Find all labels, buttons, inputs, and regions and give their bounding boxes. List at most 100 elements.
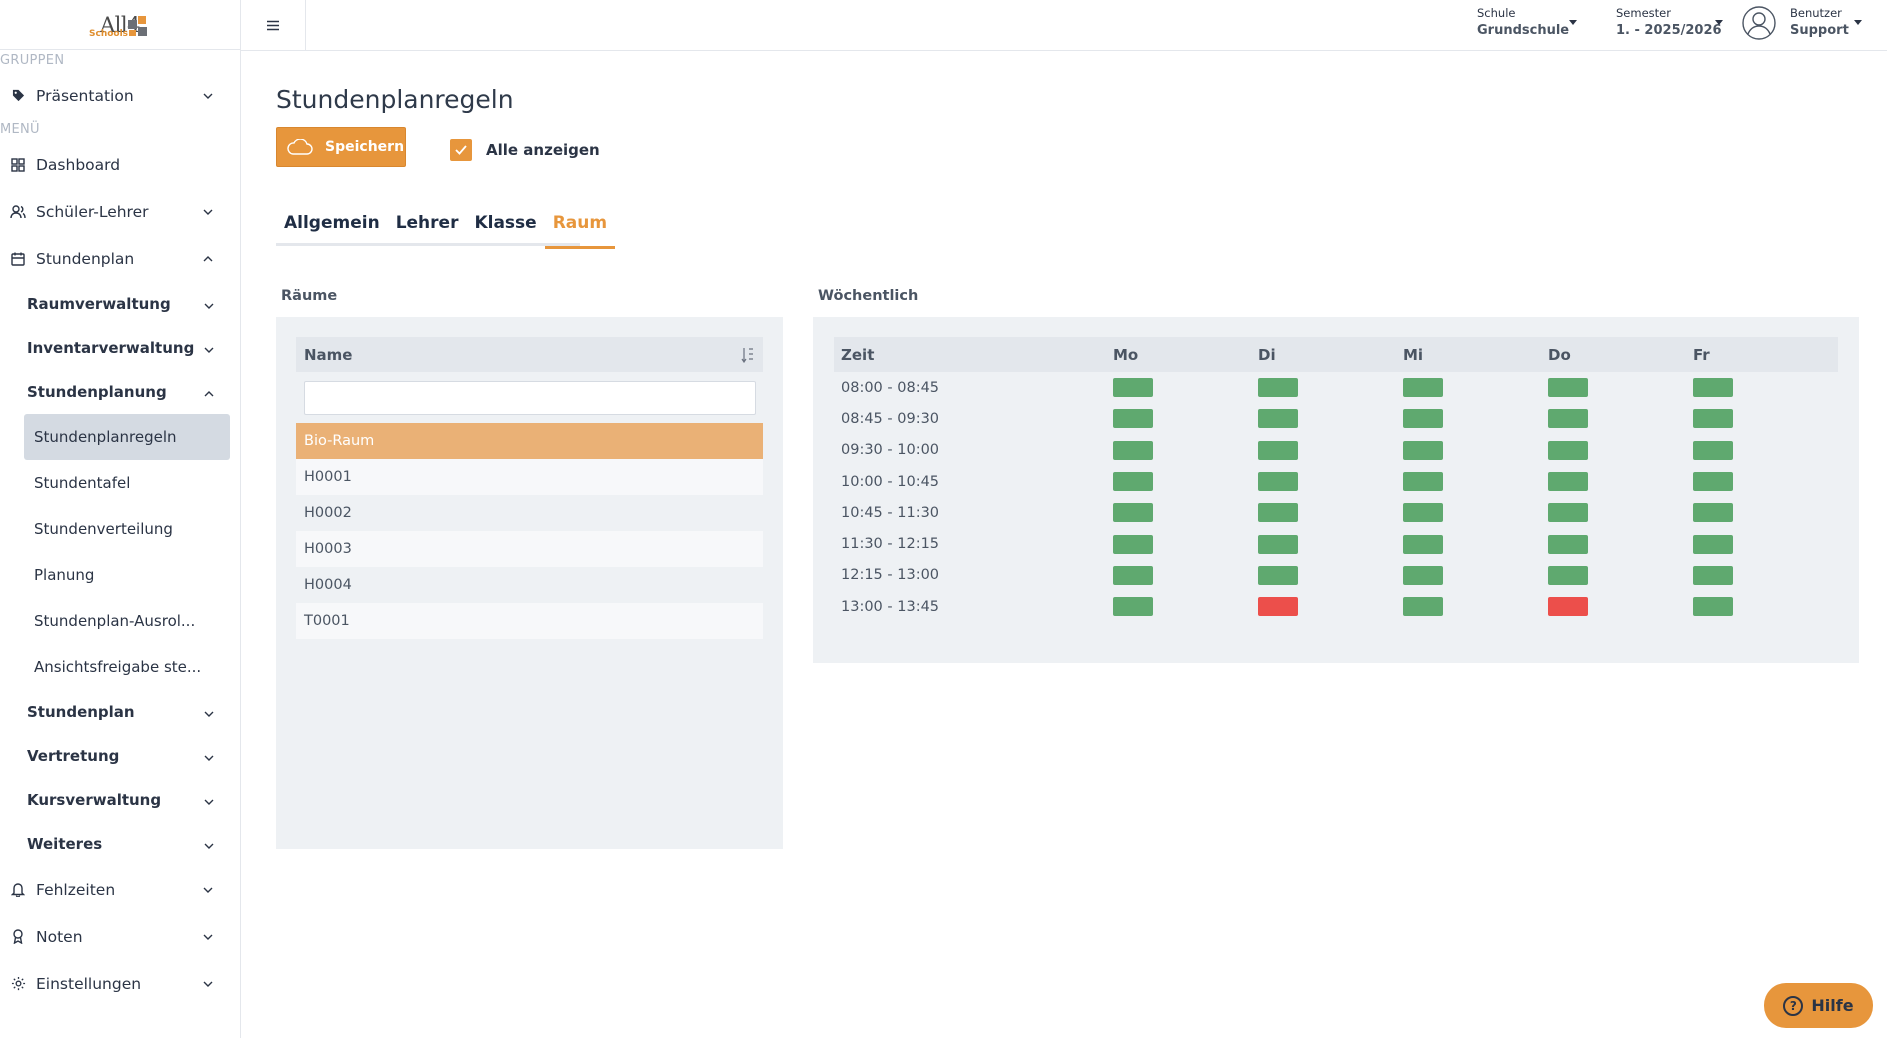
availability-slot-available[interactable] bbox=[1403, 378, 1443, 398]
availability-slot-available[interactable] bbox=[1258, 440, 1298, 460]
availability-slot-available[interactable] bbox=[1403, 409, 1443, 429]
availability-slot-available[interactable] bbox=[1693, 409, 1733, 429]
availability-slot-available[interactable] bbox=[1548, 565, 1588, 585]
sidebar-sub-inventarverwaltung[interactable]: Inventarverwaltung bbox=[0, 326, 240, 370]
sidebar-leaf-stundenplanregeln[interactable]: Stundenplanregeln bbox=[24, 414, 230, 460]
availability-slot-available[interactable] bbox=[1258, 503, 1298, 523]
availability-slot-available[interactable] bbox=[1403, 472, 1443, 492]
school-select[interactable]: Schule Grundschule bbox=[1477, 6, 1577, 38]
availability-slot-available[interactable] bbox=[1693, 472, 1733, 492]
availability-slot-available[interactable] bbox=[1548, 503, 1588, 523]
table-row[interactable]: H0002 bbox=[296, 495, 763, 531]
rooms-table: Name Bio-Raum H0001 H0002 H0003 H0004 T0… bbox=[296, 337, 763, 639]
sidebar-sub-label: Stundenplanung bbox=[27, 383, 167, 401]
sidebar-item-fehlzeiten[interactable]: Fehlzeiten bbox=[0, 866, 240, 913]
table-row[interactable]: H0003 bbox=[296, 531, 763, 567]
table-row[interactable]: H0001 bbox=[296, 459, 763, 495]
sidebar-sub-stundenplanung[interactable]: Stundenplanung bbox=[0, 370, 240, 414]
gear-icon bbox=[10, 976, 26, 992]
sidebar-item-einstellungen[interactable]: Einstellungen bbox=[0, 960, 240, 1007]
sort-icon[interactable] bbox=[741, 347, 755, 363]
availability-slot-available[interactable] bbox=[1548, 472, 1588, 492]
save-button-label: Speichern bbox=[325, 139, 405, 155]
availability-slot-available[interactable] bbox=[1113, 440, 1153, 460]
availability-slot-available[interactable] bbox=[1548, 534, 1588, 554]
sidebar-item-stundenplan[interactable]: Stundenplan bbox=[0, 235, 240, 282]
availability-slot-available[interactable] bbox=[1113, 597, 1153, 617]
availability-slot-available[interactable] bbox=[1113, 409, 1153, 429]
sidebar-item-noten[interactable]: Noten bbox=[0, 913, 240, 960]
table-row: 08:00 - 08:45 bbox=[834, 372, 1838, 403]
day-cell bbox=[1258, 472, 1403, 492]
weekly-rows: 08:00 - 08:45 08:45 - 09:30 09:30 - 10:00 1… bbox=[834, 372, 1838, 622]
sidebar-sub-vertretung[interactable]: Vertretung bbox=[0, 734, 240, 778]
availability-slot-available[interactable] bbox=[1113, 565, 1153, 585]
sidebar-item-label: Stundenplan bbox=[36, 249, 135, 268]
rooms-column-header[interactable]: Name bbox=[296, 337, 763, 372]
sidebar-sub-weiteres[interactable]: Weiteres bbox=[0, 822, 240, 866]
day-cell bbox=[1693, 378, 1838, 398]
availability-slot-available[interactable] bbox=[1113, 472, 1153, 492]
sidebar-leaf-ansichtsfreigabe[interactable]: Ansichtsfreigabe ste... bbox=[24, 644, 230, 690]
availability-slot-available[interactable] bbox=[1403, 597, 1443, 617]
chevron-down-icon bbox=[202, 884, 214, 896]
availability-slot-available[interactable] bbox=[1113, 503, 1153, 523]
availability-slot-available[interactable] bbox=[1403, 534, 1443, 554]
logo[interactable]: All4 Schools bbox=[0, 0, 240, 50]
availability-slot-available[interactable] bbox=[1693, 534, 1733, 554]
availability-slot-available[interactable] bbox=[1258, 409, 1298, 429]
tab-allgemein[interactable]: Allgemein bbox=[276, 210, 388, 246]
availability-slot-available[interactable] bbox=[1403, 440, 1443, 460]
sidebar-sub-stundenplan[interactable]: Stundenplan bbox=[0, 690, 240, 734]
tab-klasse[interactable]: Klasse bbox=[466, 210, 544, 246]
availability-slot-available[interactable] bbox=[1258, 378, 1298, 398]
rooms-filter-input[interactable] bbox=[304, 380, 756, 415]
tab-lehrer[interactable]: Lehrer bbox=[388, 210, 467, 246]
user-menu[interactable]: Benutzer Support bbox=[1742, 6, 1862, 40]
sidebar-sub-raumverwaltung[interactable]: Raumverwaltung bbox=[0, 282, 240, 326]
table-row[interactable]: Bio-Raum bbox=[296, 423, 763, 459]
sidebar-leaf-stundentafel[interactable]: Stundentafel bbox=[24, 460, 230, 506]
day-cell bbox=[1403, 472, 1548, 492]
show-all-checkbox[interactable]: Alle anzeigen bbox=[450, 139, 600, 161]
sidebar-leaf-planung[interactable]: Planung bbox=[24, 552, 230, 598]
sidebar-leaf-stundenverteilung[interactable]: Stundenverteilung bbox=[24, 506, 230, 552]
availability-slot-available[interactable] bbox=[1693, 503, 1733, 523]
availability-slot-available[interactable] bbox=[1693, 565, 1733, 585]
sidebar-item-praesentation[interactable]: Präsentation bbox=[0, 72, 240, 119]
help-button[interactable]: ? Hilfe bbox=[1764, 983, 1873, 1028]
availability-slot-available[interactable] bbox=[1693, 597, 1733, 617]
availability-slot-available[interactable] bbox=[1548, 378, 1588, 398]
tab-raum[interactable]: Raum bbox=[544, 210, 616, 249]
table-row[interactable]: T0001 bbox=[296, 603, 763, 639]
availability-slot-available[interactable] bbox=[1548, 409, 1588, 429]
availability-slot-available[interactable] bbox=[1258, 534, 1298, 554]
menu-toggle-button[interactable] bbox=[241, 0, 306, 51]
sidebar-item-dashboard[interactable]: Dashboard bbox=[0, 141, 240, 188]
availability-slot-blocked[interactable] bbox=[1548, 597, 1588, 617]
table-row: 09:30 - 10:00 bbox=[834, 435, 1838, 466]
availability-slot-available[interactable] bbox=[1113, 378, 1153, 398]
availability-slot-available[interactable] bbox=[1113, 534, 1153, 554]
rooms-panel: Name Bio-Raum H0001 H0002 H0003 H0004 T0… bbox=[276, 317, 783, 849]
sidebar-sub-label: Inventarverwaltung bbox=[27, 339, 195, 357]
day-cell bbox=[1548, 503, 1693, 523]
sidebar-item-schueler-lehrer[interactable]: Schüler-Lehrer bbox=[0, 188, 240, 235]
chevron-up-icon bbox=[202, 253, 214, 265]
availability-slot-available[interactable] bbox=[1548, 440, 1588, 460]
sidebar-leaf-stundenplan-ausrollen[interactable]: Stundenplan-Ausrol... bbox=[24, 598, 230, 644]
availability-slot-available[interactable] bbox=[1258, 565, 1298, 585]
day-cell bbox=[1548, 597, 1693, 617]
semester-select[interactable]: Semester 1. - 2025/2026 bbox=[1616, 6, 1723, 38]
save-button[interactable]: Speichern bbox=[276, 127, 406, 167]
availability-slot-available[interactable] bbox=[1403, 565, 1443, 585]
sidebar-sub-kursverwaltung[interactable]: Kursverwaltung bbox=[0, 778, 240, 822]
availability-slot-available[interactable] bbox=[1693, 440, 1733, 460]
show-all-label: Alle anzeigen bbox=[486, 141, 600, 159]
table-row[interactable]: H0004 bbox=[296, 567, 763, 603]
availability-slot-available[interactable] bbox=[1258, 472, 1298, 492]
availability-slot-available[interactable] bbox=[1403, 503, 1443, 523]
availability-slot-available[interactable] bbox=[1693, 378, 1733, 398]
day-cell bbox=[1258, 565, 1403, 585]
availability-slot-blocked[interactable] bbox=[1258, 597, 1298, 617]
